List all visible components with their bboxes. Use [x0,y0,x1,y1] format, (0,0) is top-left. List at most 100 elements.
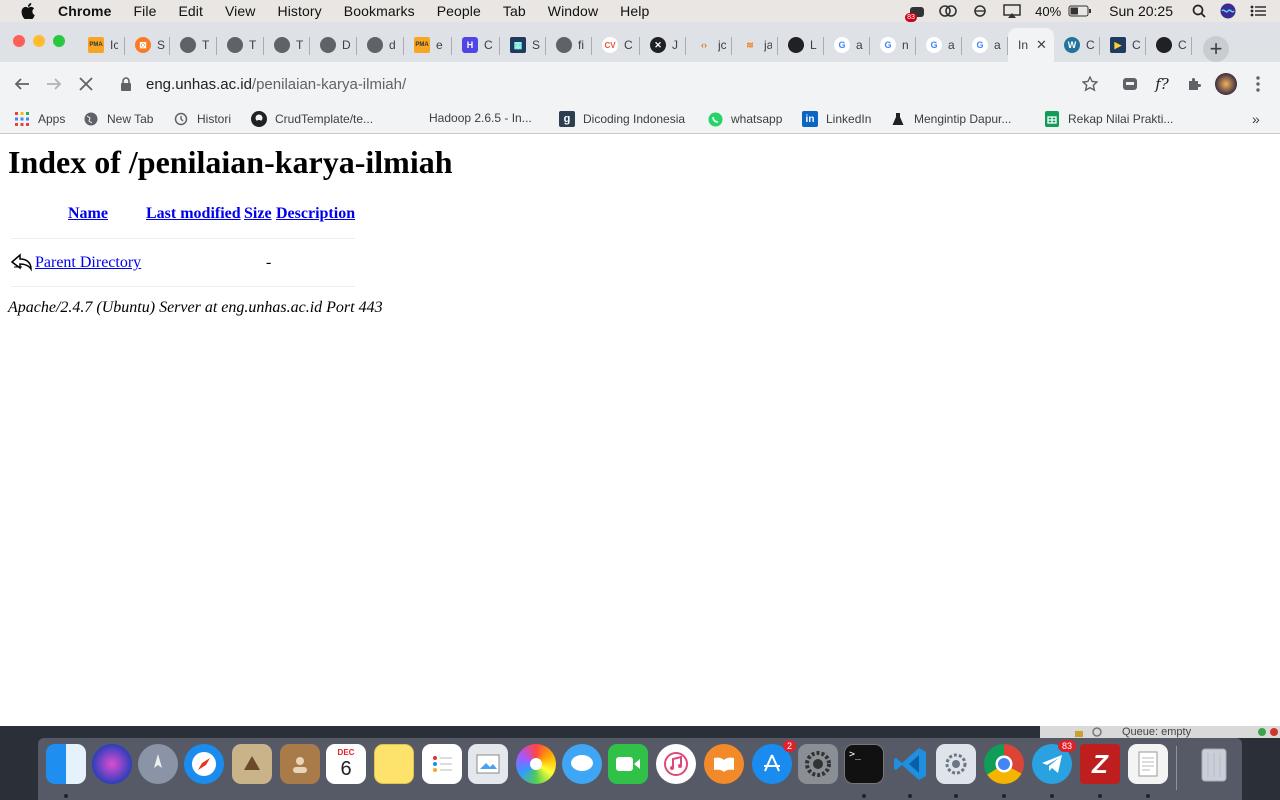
menu-edit[interactable]: Edit [167,3,214,19]
preview-icon[interactable] [468,744,508,784]
browser-tab[interactable]: d [357,28,404,62]
vscode-icon[interactable] [890,744,930,784]
bookmark-histori[interactable]: Histori [173,111,231,127]
calendar-icon[interactable]: DEC 6 [326,744,366,784]
browser-tab[interactable]: fi [546,28,592,62]
safari-icon[interactable] [184,744,224,784]
sort-by-name-link[interactable]: Name [68,205,108,223]
browser-tab[interactable]: Ga [916,28,962,62]
spotlight-search-icon[interactable] [1192,4,1206,18]
menu-window[interactable]: Window [537,3,609,19]
bookmark-mengintip-dapur[interactable]: Mengintip Dapur... [890,111,1011,127]
cloud-app-icon[interactable]: 83 [905,4,925,22]
menu-people[interactable]: People [426,3,492,19]
browser-tab[interactable]: ▶ C [1100,28,1146,62]
sort-by-description-link[interactable]: Description [276,205,355,223]
menu-file[interactable]: File [123,3,168,19]
bookmark-hadoop[interactable]: Hadoop 2.6.5 - In... [429,111,532,125]
lock-icon[interactable] [120,77,132,91]
new-tab-button[interactable]: + [1203,36,1229,62]
contacts-icon[interactable] [280,744,320,784]
bookmark-dicoding[interactable]: g Dicoding Indonesia [559,111,685,127]
extension-formula-button[interactable]: f? [1148,70,1176,98]
chrome-icon[interactable] [984,744,1024,784]
close-window-button[interactable] [13,35,25,47]
address-bar[interactable]: eng.unhas.ac.id/penilaian-karya-ilmiah/ [108,68,1118,100]
apple-menu-icon[interactable] [20,3,36,19]
battery-icon[interactable] [1068,5,1092,17]
creative-cloud-icon[interactable] [939,4,957,18]
menu-view[interactable]: View [214,3,267,19]
bookmark-new-tab[interactable]: New Tab [83,111,153,127]
browser-tab[interactable]: ✕ J [640,28,686,62]
siri-icon[interactable] [1220,3,1236,19]
textedit-icon[interactable] [1128,744,1168,784]
menu-history[interactable]: History [267,3,333,19]
menu-tab[interactable]: Tab [492,3,537,19]
browser-tab[interactable]: T [170,28,217,62]
browser-tab[interactable]: WC [1054,28,1100,62]
minimize-window-button[interactable] [33,35,45,47]
extension-line-button[interactable] [1116,70,1144,98]
stop-loading-button[interactable] [72,70,100,98]
browser-tab[interactable]: T [264,28,310,62]
browser-tab[interactable]: T [217,28,264,62]
clock[interactable]: Sun 20:25 [1109,3,1173,19]
menu-chrome[interactable]: Chrome [48,3,123,19]
notes-icon[interactable] [374,744,414,784]
tab-active[interactable]: In ✕ [1008,28,1054,62]
app-store-icon[interactable]: 2 [752,740,796,784]
sync-icon[interactable] [971,4,989,18]
menu-bookmarks[interactable]: Bookmarks [333,3,426,19]
browser-tab[interactable]: ‹› jc [686,28,732,62]
books-icon[interactable] [704,744,744,784]
browser-tab[interactable]: ⊠ S [125,28,170,62]
browser-tab[interactable]: C [1146,28,1192,62]
browser-tab[interactable]: ▦ S [500,28,546,62]
bookmark-crudtemplate[interactable]: CrudTemplate/te... [251,111,373,127]
browser-tab[interactable]: ≋ ja [732,28,778,62]
sort-by-last-modified-link[interactable]: Last modified [146,205,241,223]
browser-tab[interactable]: PMA e [404,28,452,62]
bookmark-apps[interactable]: Apps [14,111,65,127]
facetime-icon[interactable] [608,744,648,784]
finder-icon[interactable] [46,744,86,784]
back-button[interactable] [8,70,36,98]
notification-center-icon[interactable] [1250,5,1266,17]
sort-by-size-link[interactable]: Size [244,205,272,223]
extensions-button[interactable] [1180,70,1208,98]
parent-directory-link[interactable]: Parent Directory [35,254,141,272]
browser-tab[interactable]: HC [452,28,500,62]
close-tab-icon[interactable]: ✕ [1036,37,1047,53]
terminal-icon[interactable]: >_ [844,744,884,784]
browser-tab[interactable]: CV C [592,28,640,62]
bookmarks-overflow-button[interactable]: » [1252,111,1260,127]
trash-icon[interactable] [1194,744,1234,784]
zoom-window-button[interactable] [53,35,65,47]
launchpad-icon[interactable] [138,744,178,784]
profile-avatar[interactable] [1212,70,1240,98]
forward-button[interactable] [40,70,68,98]
browser-tab[interactable]: Ga [824,28,870,62]
system-preferences-icon[interactable] [798,744,838,784]
bookmark-linkedin[interactable]: in LinkedIn [802,111,871,127]
siri-icon[interactable] [92,744,132,784]
mail-stamp-icon[interactable] [232,744,272,784]
browser-tab[interactable]: D [310,28,357,62]
browser-tab[interactable]: PMA Ic [78,28,125,62]
browser-tab[interactable]: Gn [870,28,916,62]
bookmark-rekap-nilai[interactable]: Rekap Nilai Prakti... [1044,111,1173,127]
bookmark-whatsapp[interactable]: whatsapp [707,111,782,127]
photos-icon[interactable] [516,744,556,784]
chrome-menu-button[interactable] [1244,70,1272,98]
filezilla-icon[interactable]: Z [1080,744,1120,784]
network-utility-icon[interactable] [936,744,976,784]
messages-icon[interactable] [562,744,602,784]
browser-tab[interactable]: Ga [962,28,1008,62]
menu-help[interactable]: Help [609,3,660,19]
airplay-icon[interactable] [1003,4,1021,18]
itunes-icon[interactable] [656,744,696,784]
bookmark-star-button[interactable] [1076,70,1104,98]
reminders-icon[interactable] [422,744,462,784]
browser-tab[interactable]: L [778,28,824,62]
